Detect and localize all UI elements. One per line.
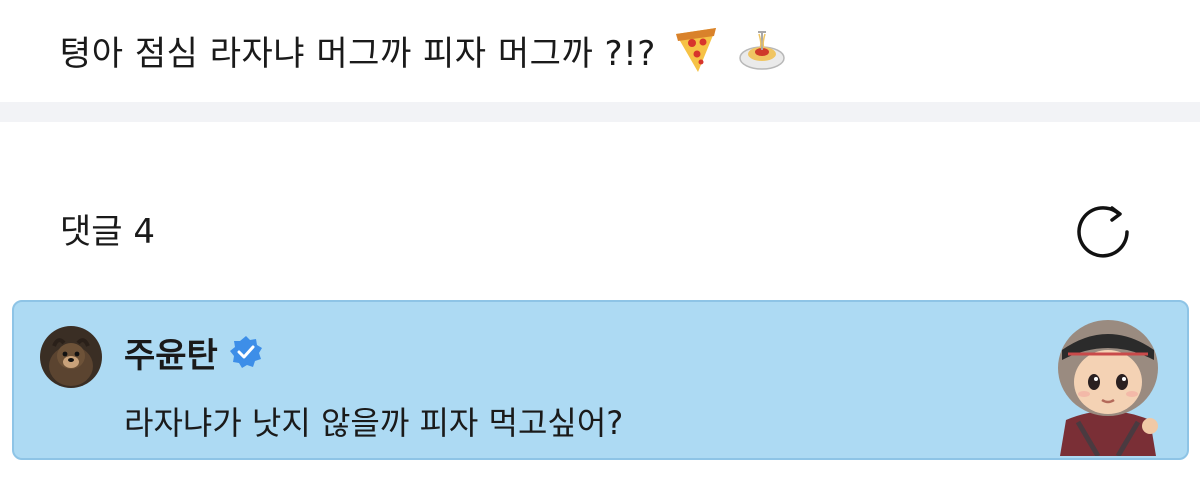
spaghetti-icon bbox=[739, 31, 785, 70]
refresh-icon[interactable] bbox=[1072, 199, 1136, 263]
comment-author[interactable]: 주윤탄 bbox=[124, 328, 218, 377]
comments-header: 댓글 4 bbox=[0, 190, 1200, 270]
post-text-row: 텽아 점심 라자냐 머그까 피자 머그까 ?!? bbox=[60, 22, 788, 78]
section-divider bbox=[0, 102, 1200, 122]
avatar[interactable] bbox=[40, 326, 102, 388]
comment-author-row: 주윤탄 bbox=[124, 328, 264, 377]
post-text: 텽아 점심 라자냐 머그까 피자 머그까 ?!? bbox=[60, 33, 656, 74]
comments-count-title: 댓글 4 bbox=[60, 212, 155, 252]
pizza-icon bbox=[675, 28, 716, 72]
comment-body: 라자냐가 낫지 않을까 피자 먹고싶어? bbox=[124, 404, 624, 442]
highlighted-comment[interactable]: 주윤탄 라자냐가 낫지 않을까 피자 먹고싶어? bbox=[12, 300, 1189, 460]
character-sticker-icon bbox=[1058, 320, 1158, 456]
verified-badge-icon bbox=[229, 336, 262, 368]
